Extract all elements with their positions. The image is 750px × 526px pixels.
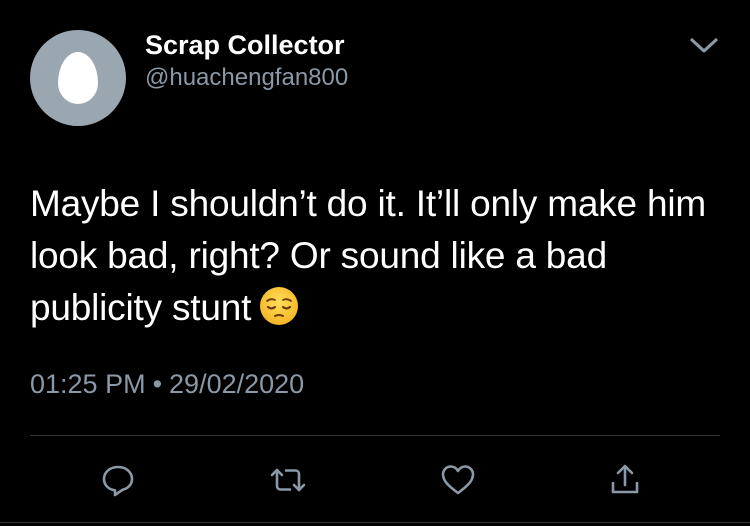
share-button[interactable] xyxy=(603,458,647,502)
tweet-body: Maybe I shouldn’t do it. It’ll only make… xyxy=(30,183,707,328)
avatar[interactable] xyxy=(30,30,126,126)
share-icon xyxy=(611,464,639,494)
tweet-card: Scrap Collector @huachengfan800 Maybe I … xyxy=(0,0,750,526)
tweet-timestamp[interactable]: 01:25 PM • 29/02/2020 xyxy=(30,366,304,402)
retweet-icon xyxy=(270,468,306,492)
display-name[interactable]: Scrap Collector xyxy=(145,28,345,62)
pensive-face-emoji xyxy=(259,286,299,326)
heart-icon xyxy=(441,465,475,495)
like-button[interactable] xyxy=(436,458,480,502)
tweet-text: Maybe I shouldn’t do it. It’ll only make… xyxy=(30,178,730,334)
reply-icon xyxy=(102,465,134,497)
reply-button[interactable] xyxy=(96,458,140,502)
bottom-border xyxy=(0,522,750,523)
tweet-actions xyxy=(0,458,750,508)
tweet-time: 01:25 PM xyxy=(30,369,146,399)
tweet-date: 29/02/2020 xyxy=(169,369,305,399)
user-handle[interactable]: @huachengfan800 xyxy=(145,63,348,93)
chevron-down-icon[interactable] xyxy=(684,30,724,62)
default-egg-avatar-icon xyxy=(58,51,98,104)
retweet-button[interactable] xyxy=(266,458,310,502)
divider xyxy=(30,435,720,436)
meta-separator: • xyxy=(152,369,163,399)
